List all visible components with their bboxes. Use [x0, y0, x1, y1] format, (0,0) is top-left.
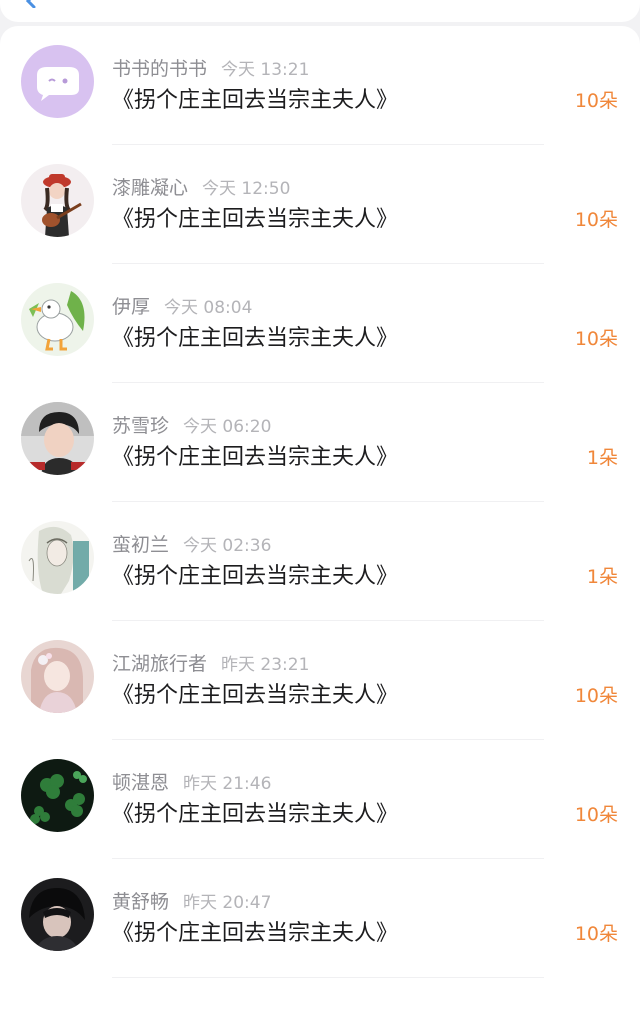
flower-amount: 1朵: [586, 447, 618, 469]
anime-girl-avatar[interactable]: [21, 640, 94, 713]
sketch-girl-avatar[interactable]: [21, 521, 94, 594]
list-item[interactable]: 书书的书书 今天 13:21 《拐个庄主回去当宗主夫人》 10朵: [0, 26, 640, 145]
sender-meta: 顿湛恩 昨天 21:46: [112, 768, 271, 794]
sender-meta: 漆雕凝心 今天 12:50: [112, 173, 290, 199]
girl-guitar-avatar[interactable]: [21, 164, 94, 237]
sender-name: 书书的书书: [112, 58, 208, 80]
sender-meta: 书书的书书 今天 13:21: [112, 54, 309, 80]
timestamp: 昨天 20:47: [183, 893, 272, 913]
dark-portrait-avatar[interactable]: [21, 878, 94, 951]
clover-avatar[interactable]: [21, 759, 94, 832]
sender-meta: 蛮初兰 今天 02:36: [112, 530, 271, 556]
book-title: 《拐个庄主回去当宗主夫人》: [112, 88, 399, 113]
timestamp: 昨天 23:21: [221, 655, 310, 675]
timestamp: 今天 08:04: [164, 298, 253, 318]
sender-meta: 苏雪珍 今天 06:20: [112, 411, 271, 437]
sender-name: 顿湛恩: [112, 772, 170, 794]
sender-name: 漆雕凝心: [112, 177, 189, 199]
sender-name: 苏雪珍: [112, 415, 170, 437]
flower-amount: 10朵: [574, 90, 618, 112]
flower-amount: 10朵: [574, 804, 618, 826]
list-item[interactable]: 蛮初兰 今天 02:36 《拐个庄主回去当宗主夫人》 1朵: [0, 502, 640, 621]
book-title: 《拐个庄主回去当宗主夫人》: [112, 445, 399, 470]
divider: [112, 977, 544, 978]
flower-amount: 10朵: [574, 209, 618, 231]
timestamp: 今天 13:21: [221, 60, 310, 80]
flower-amount: 1朵: [586, 566, 618, 588]
flower-amount: 10朵: [574, 328, 618, 350]
book-title: 《拐个庄主回去当宗主夫人》: [112, 683, 399, 708]
list-item[interactable]: 黄舒畅 昨天 20:47 《拐个庄主回去当宗主夫人》 10朵: [0, 859, 640, 978]
book-title: 《拐个庄主回去当宗主夫人》: [112, 326, 399, 351]
back-arrow-icon[interactable]: [24, 0, 38, 8]
timestamp: 今天 02:36: [183, 536, 272, 556]
flower-amount: 10朵: [574, 685, 618, 707]
list-item[interactable]: 顿湛恩 昨天 21:46 《拐个庄主回去当宗主夫人》 10朵: [0, 740, 640, 859]
list-item[interactable]: 苏雪珍 今天 06:20 《拐个庄主回去当宗主夫人》 1朵: [0, 383, 640, 502]
list-item[interactable]: 江湖旅行者 昨天 23:21 《拐个庄主回去当宗主夫人》 10朵: [0, 621, 640, 740]
book-title: 《拐个庄主回去当宗主夫人》: [112, 207, 399, 232]
timestamp: 昨天 21:46: [183, 774, 272, 794]
sender-name: 伊厚: [112, 296, 151, 318]
sender-meta: 江湖旅行者 昨天 23:21: [112, 649, 309, 675]
header-card: [0, 0, 640, 22]
sender-name: 黄舒畅: [112, 891, 170, 913]
book-title: 《拐个庄主回去当宗主夫人》: [112, 921, 399, 946]
list-item[interactable]: 漆雕凝心 今天 12:50 《拐个庄主回去当宗主夫人》 10朵: [0, 145, 640, 264]
timestamp: 今天 12:50: [202, 179, 291, 199]
cartoon-face-avatar[interactable]: [21, 45, 94, 118]
flower-amount: 10朵: [574, 923, 618, 945]
sender-meta: 黄舒畅 昨天 20:47: [112, 887, 271, 913]
duck-avatar[interactable]: [21, 283, 94, 356]
boy-photo-avatar[interactable]: [21, 402, 94, 475]
gift-record-list: 书书的书书 今天 13:21 《拐个庄主回去当宗主夫人》 10朵 漆雕凝心 今天 1…: [0, 26, 640, 1026]
book-title: 《拐个庄主回去当宗主夫人》: [112, 564, 399, 589]
book-title: 《拐个庄主回去当宗主夫人》: [112, 802, 399, 827]
timestamp: 今天 06:20: [183, 417, 272, 437]
sender-meta: 伊厚 今天 08:04: [112, 292, 252, 318]
sender-name: 江湖旅行者: [112, 653, 208, 675]
sender-name: 蛮初兰: [112, 534, 170, 556]
list-item[interactable]: 伊厚 今天 08:04 《拐个庄主回去当宗主夫人》 10朵: [0, 264, 640, 383]
